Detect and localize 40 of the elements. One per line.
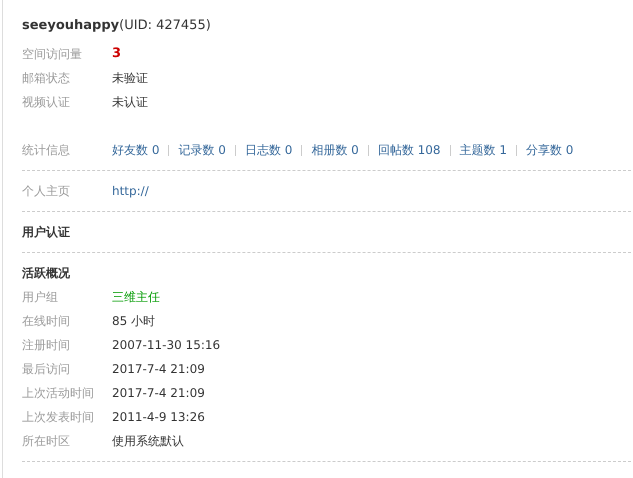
- user-id: (UID: 427455): [119, 17, 211, 36]
- field-value: 2017-7-4 21:09: [112, 361, 205, 378]
- field-label: 统计信息: [22, 142, 71, 159]
- stat-link[interactable]: 日志数 0: [244, 141, 292, 159]
- separator: [450, 144, 451, 156]
- field-label: 上次活动时间: [22, 385, 95, 402]
- separator: [301, 144, 302, 156]
- section-heading: 活跃概况: [22, 265, 71, 282]
- stat-link[interactable]: 回帖数 108: [378, 141, 441, 159]
- stat-link[interactable]: 主题数 1: [460, 141, 507, 159]
- stat-link[interactable]: 相册数 0: [311, 141, 359, 159]
- field-label: 用户组: [22, 289, 59, 306]
- field-value: 2017-7-4 21:09: [112, 385, 205, 402]
- field-value: 未验证: [112, 70, 148, 87]
- field-label: 最后访问: [22, 361, 71, 378]
- separator: [234, 144, 236, 156]
- separator: [516, 144, 517, 156]
- field-label: 所在时区: [22, 433, 71, 450]
- separator: [168, 144, 170, 156]
- field-value: 2011-4-9 13:26: [112, 409, 205, 426]
- username: seeyouhappy: [22, 17, 120, 36]
- homepage-link[interactable]: http://: [112, 182, 149, 200]
- field-label: 空间访问量: [22, 46, 83, 63]
- separator: [368, 144, 369, 156]
- field-label: 视频认证: [22, 94, 71, 111]
- field-value: 2007-11-30 15:16: [112, 337, 220, 354]
- field-label: 邮箱状态: [22, 70, 71, 87]
- field-value: 使用系统默认: [112, 433, 184, 450]
- stat-link[interactable]: 分享数 0: [526, 141, 574, 159]
- stat-link[interactable]: 记录数 0: [178, 141, 226, 159]
- field-value: 85 小时: [112, 313, 156, 330]
- field-label: 上次发表时间: [22, 409, 95, 426]
- field-label: 在线时间: [22, 313, 71, 330]
- field-value: 3: [112, 45, 122, 64]
- field-label: 个人主页: [22, 183, 71, 200]
- field-label: 注册时间: [22, 337, 71, 354]
- field-value: 未认证: [112, 94, 148, 111]
- field-value: 三维主任: [112, 289, 160, 306]
- section-heading: 用户认证: [22, 224, 71, 241]
- stat-link[interactable]: 好友数 0: [112, 141, 160, 159]
